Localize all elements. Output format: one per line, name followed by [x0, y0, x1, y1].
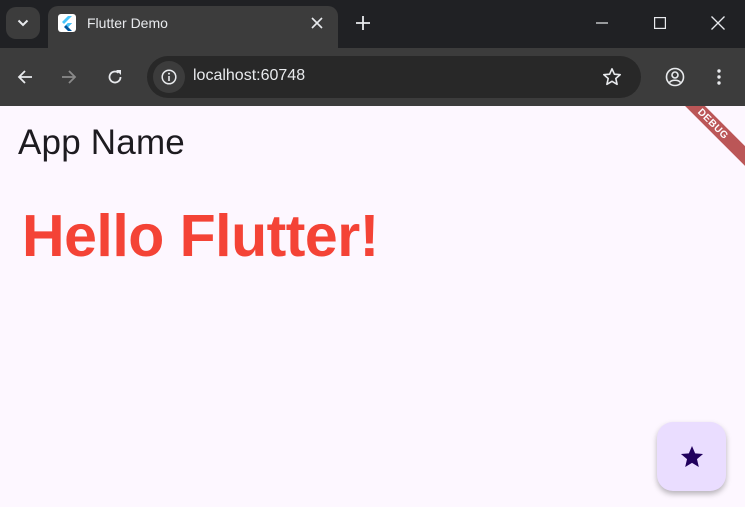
minimize-button[interactable]: [573, 0, 631, 46]
tab-search-button[interactable]: [6, 7, 40, 39]
tab-title: Flutter Demo: [87, 15, 168, 31]
tab-close-button[interactable]: [307, 13, 327, 33]
browser-tab[interactable]: Flutter Demo: [48, 6, 338, 48]
flutter-logo-icon: [58, 14, 76, 32]
maximize-icon: [654, 17, 666, 29]
star-outline-icon: [603, 68, 621, 86]
address-bar[interactable]: localhost:60748: [147, 56, 641, 98]
debug-banner: DEBUG: [665, 106, 745, 172]
site-info-button[interactable]: [153, 61, 185, 93]
reload-button[interactable]: [103, 65, 127, 89]
tab-strip: Flutter Demo: [0, 0, 745, 48]
forward-button[interactable]: [57, 65, 81, 89]
floating-action-button[interactable]: [657, 422, 726, 491]
plus-icon: [356, 16, 370, 30]
star-icon: [680, 445, 703, 467]
hello-text: Hello Flutter!: [22, 203, 379, 269]
maximize-button[interactable]: [631, 0, 689, 46]
more-vert-icon: [717, 69, 721, 85]
minimize-icon: [596, 22, 608, 24]
arrow-left-icon: [17, 70, 32, 84]
appbar-title: App Name: [18, 123, 185, 162]
back-button[interactable]: [13, 65, 37, 89]
app-page: App Name Hello Flutter! DEBUG: [0, 106, 745, 507]
info-icon: [161, 69, 177, 85]
url-text[interactable]: localhost:60748: [193, 67, 305, 85]
bookmark-button[interactable]: [600, 65, 624, 89]
new-tab-button[interactable]: [351, 11, 375, 35]
chevron-down-icon: [17, 19, 29, 27]
window-close-button[interactable]: [689, 0, 745, 46]
close-icon: [311, 17, 323, 29]
reload-icon: [108, 70, 122, 84]
profile-button[interactable]: [663, 65, 687, 89]
close-icon: [711, 16, 725, 30]
browser-toolbar: localhost:60748: [0, 48, 745, 106]
account-circle-icon: [665, 67, 685, 87]
browser-menu-button[interactable]: [707, 65, 731, 89]
arrow-right-icon: [62, 70, 77, 84]
